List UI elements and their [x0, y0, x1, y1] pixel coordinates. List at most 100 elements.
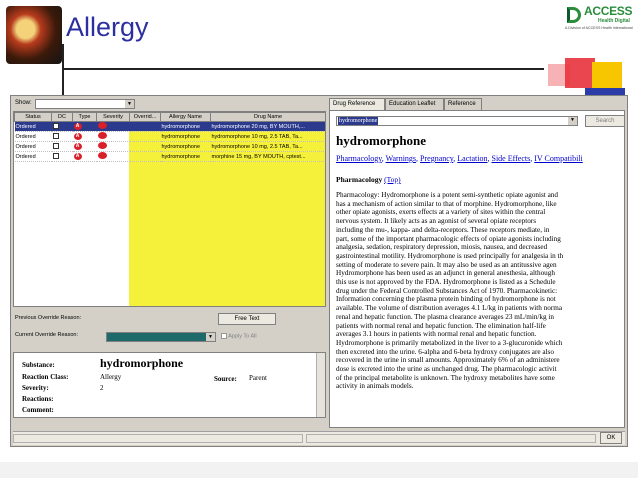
- body-line: other opiate agonists, exerts effects at…: [336, 208, 546, 217]
- status-bar: OK: [13, 431, 625, 445]
- column-header-drug-name[interactable]: Drug Name: [210, 112, 325, 122]
- body-line: Pharmacology: Hydromorphone is a potent …: [336, 191, 558, 199]
- access-logo-tagline: A Division of ACCESS Health Internationa…: [565, 26, 633, 30]
- show-filter-select[interactable]: ▼: [35, 99, 135, 109]
- allergy-alert-grid: Status DC Type Severity Overrid... Aller…: [13, 111, 326, 307]
- pharmacology-body-text: Pharmacology: Hydromorphone is a potent …: [336, 191, 621, 391]
- severity-label: Severity:: [22, 384, 49, 392]
- tab-drug-reference[interactable]: Drug Reference: [329, 98, 385, 110]
- link-pharmacology[interactable]: Pharmacology: [336, 154, 382, 163]
- dc-checkbox[interactable]: [52, 133, 59, 140]
- row-allergy-name: hydromorphone: [160, 151, 211, 162]
- body-line: gastrointestinal motility. Hydromorphone…: [336, 251, 564, 260]
- column-header-override[interactable]: Overrid...: [129, 112, 161, 122]
- table-row[interactable]: Ordered A hydromorphone morphine 15 mg, …: [14, 151, 325, 162]
- column-header-type[interactable]: Type: [72, 112, 97, 122]
- row-override[interactable]: [129, 121, 161, 132]
- body-line: setting of moderate to severe pain. It m…: [336, 260, 557, 269]
- body-line: dose is excreted into the urine as uncha…: [336, 365, 557, 374]
- section-title: Pharmacology: [336, 175, 383, 184]
- link-pregnancy[interactable]: Pregnancy: [420, 154, 453, 163]
- link-iv-compatibility[interactable]: IV Compatibili: [534, 154, 583, 163]
- body-line: averages 3.1 hours in patients with norm…: [336, 330, 537, 339]
- row-allergy-name: hydromorphone: [160, 141, 211, 152]
- allergy-type-icon: A: [73, 153, 82, 160]
- tab-education-leaflet[interactable]: Education Leaflet: [385, 98, 444, 110]
- reaction-class-label: Reaction Class:: [22, 373, 69, 381]
- slide-footer-bar: [0, 462, 638, 478]
- severity-icon: [97, 142, 107, 149]
- allergy-left-pane: Show: ▼ Status DC Type Severity Overrid.…: [13, 98, 326, 418]
- body-line: including the mu-, kappa- and delta-rece…: [336, 225, 550, 234]
- row-severity-cell: [96, 121, 130, 132]
- column-header-severity[interactable]: Severity: [96, 112, 130, 122]
- link-warnings[interactable]: Warnings: [386, 154, 416, 163]
- free-text-button[interactable]: Free Text: [218, 313, 276, 325]
- link-lactation[interactable]: Lactation: [457, 154, 487, 163]
- ok-button[interactable]: OK: [600, 432, 622, 444]
- column-header-status[interactable]: Status: [14, 112, 52, 122]
- body-line: Information concerning the plasma protei…: [336, 295, 556, 304]
- dc-checkbox[interactable]: [52, 153, 59, 160]
- column-header-allergy-name[interactable]: Allergy Name: [160, 112, 211, 122]
- tab-reference[interactable]: Reference: [444, 98, 482, 110]
- body-line: Hydromorphone has been used as an adjunc…: [336, 269, 555, 278]
- allergy-type-icon: A: [73, 123, 82, 130]
- chevron-down-icon[interactable]: ▼: [206, 333, 215, 341]
- body-line: available. The volume of distribution av…: [336, 304, 563, 313]
- body-line: patients with normal renal and hepatic f…: [336, 321, 546, 330]
- access-logo-icon: [567, 7, 581, 23]
- row-dc-cell: [51, 131, 73, 142]
- top-link[interactable]: (Top): [384, 175, 401, 184]
- row-status: Ordered: [14, 141, 52, 152]
- allergy-details-panel: Substance: hydromorphone Reaction Class:…: [13, 352, 326, 418]
- row-allergy-name: hydromorphone: [160, 131, 211, 142]
- access-logo-name: ACCESS: [584, 4, 633, 18]
- body-line: activity in animals models.: [336, 382, 414, 391]
- row-override[interactable]: [129, 151, 161, 162]
- body-line: analgesia, sedation, respiratory depress…: [336, 243, 548, 252]
- reference-pane: Drug Reference Education Leaflet Referen…: [329, 98, 625, 428]
- table-row[interactable]: Ordered A hydromorphone hydromorphone 10…: [14, 141, 325, 152]
- apply-to-all-checkbox[interactable]: [221, 333, 227, 339]
- row-dc-cell: [51, 141, 73, 152]
- body-line: this use is not approved by the FDA. Hyd…: [336, 278, 556, 287]
- row-drug-name: hydromorphone 10 mg, 2.5 TAB, Ta...: [210, 131, 325, 142]
- row-drug-name: morphine 15 mg, BY MOUTH, cptest...: [210, 151, 325, 162]
- row-drug-name: hydromorphone 10 mg, 2.5 TAB, Ta...: [210, 141, 325, 152]
- row-drug-name: hydromorphone 20 mg, BY MOUTH,...: [210, 121, 325, 132]
- dc-checkbox[interactable]: [52, 123, 59, 130]
- column-header-dc[interactable]: DC: [51, 112, 73, 122]
- override-reason-select[interactable]: ▼: [106, 332, 216, 342]
- allergy-override-window: Show: ▼ Status DC Type Severity Overrid.…: [10, 95, 628, 447]
- section-nav-links: Pharmacology, Warnings, Pregnancy, Lacta…: [336, 154, 583, 163]
- row-override[interactable]: [129, 141, 161, 152]
- current-override-label: Current Override Reason:: [15, 332, 78, 338]
- body-line: part, some of the important pharmacologi…: [336, 234, 561, 243]
- row-severity-cell: [96, 141, 130, 152]
- chevron-down-icon[interactable]: ▼: [125, 100, 134, 108]
- source-value: Parent: [249, 374, 267, 382]
- table-row[interactable]: Ordered A hydromorphone hydromorphone 20…: [14, 121, 325, 132]
- access-logo-sub: Health Digital: [598, 18, 630, 24]
- allergy-photo-logo: [6, 6, 62, 64]
- dc-checkbox[interactable]: [52, 143, 59, 150]
- search-button[interactable]: Search: [585, 115, 624, 127]
- body-line: of the principal metabolite is unknown. …: [336, 373, 555, 382]
- chevron-down-icon[interactable]: ▼: [568, 117, 577, 125]
- severity-icon: [97, 132, 107, 139]
- drug-select[interactable]: hydromorphone ▼: [336, 116, 578, 126]
- apply-to-all-label: Apply To All: [228, 333, 257, 340]
- drug-select-value: hydromorphone: [338, 117, 379, 125]
- row-severity-cell: [96, 151, 130, 162]
- details-scrollbar[interactable]: [316, 353, 325, 417]
- apply-to-all-option[interactable]: Apply To All: [221, 333, 257, 339]
- row-override[interactable]: [129, 131, 161, 142]
- show-label: Show:: [15, 100, 32, 106]
- link-side-effects[interactable]: Side Effects: [492, 154, 531, 163]
- table-row[interactable]: Ordered A hydromorphone hydromorphone 10…: [14, 131, 325, 142]
- show-filter-row: Show: ▼: [13, 98, 326, 110]
- row-allergy-name: hydromorphone: [160, 121, 211, 132]
- severity-icon: [97, 152, 107, 159]
- previous-override-label: Previous Override Reason:: [15, 315, 82, 321]
